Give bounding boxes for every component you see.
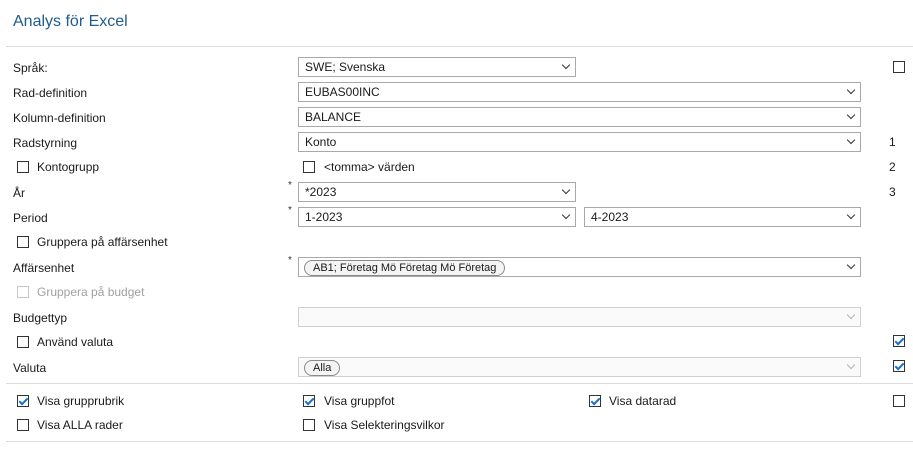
chevron-down-icon bbox=[848, 89, 854, 95]
visa-selekteringsvilkor-label: Visa Selekteringsvilkor bbox=[324, 418, 445, 432]
visa-datarad-checkbox[interactable] bbox=[589, 395, 601, 407]
chevron-down-icon bbox=[848, 314, 854, 320]
sprak-right-checkbox[interactable] bbox=[893, 61, 905, 73]
sprak-value: SWE; Svenska bbox=[305, 60, 386, 74]
budgettyp-label: Budgettyp bbox=[13, 311, 68, 325]
anvand-valuta-right-checkbox[interactable] bbox=[893, 335, 905, 347]
tomma-varden-label: <tomma> värden bbox=[324, 160, 415, 174]
period-to-value: 4-2023 bbox=[591, 210, 629, 224]
period-from-value: 1-2023 bbox=[305, 210, 343, 224]
radstyrning-value: Konto bbox=[305, 135, 337, 149]
page-title: Analys för Excel bbox=[13, 13, 128, 30]
period-to-select[interactable]: 4-2023 bbox=[584, 207, 861, 227]
valuta-select[interactable]: Alla bbox=[298, 357, 861, 377]
valuta-label: Valuta bbox=[13, 361, 47, 375]
kolumn-definition-value: BALANCE bbox=[305, 110, 362, 124]
ar-label: År bbox=[13, 186, 25, 200]
valuta-tag[interactable]: Alla bbox=[304, 360, 341, 376]
anvand-valuta-checkbox[interactable] bbox=[17, 336, 29, 348]
period-from-select[interactable]: 1-2023 bbox=[298, 207, 576, 227]
chevron-down-icon bbox=[848, 139, 854, 145]
anvand-valuta-label: Använd valuta bbox=[37, 335, 114, 349]
visa-alla-rader-checkbox[interactable] bbox=[17, 419, 29, 431]
ar-value: *2023 bbox=[305, 185, 337, 199]
kolumn-definition-select[interactable]: BALANCE bbox=[298, 107, 861, 127]
tomma-varden-index: 2 bbox=[889, 160, 896, 174]
valuta-right-checkbox[interactable] bbox=[893, 360, 905, 372]
visa-gruppfot-label: Visa gruppfot bbox=[324, 394, 395, 408]
radstyrning-index: 1 bbox=[889, 135, 896, 149]
required-marker: * bbox=[288, 180, 292, 191]
tomma-varden-checkbox[interactable] bbox=[303, 161, 315, 173]
divider bbox=[6, 46, 913, 47]
kontogrupp-checkbox[interactable] bbox=[17, 161, 29, 173]
rad-definition-value: EUBAS00INC bbox=[305, 85, 380, 99]
chevron-down-icon bbox=[563, 189, 569, 195]
required-marker: * bbox=[288, 205, 292, 216]
ar-index: 3 bbox=[889, 185, 896, 199]
chevron-down-icon bbox=[563, 64, 569, 70]
period-label: Period bbox=[13, 211, 48, 225]
radstyrning-label: Radstyrning bbox=[13, 136, 78, 150]
affarsenhet-select[interactable]: AB1; Företag Mö Företag Mö Företag bbox=[298, 257, 861, 277]
required-marker: * bbox=[288, 255, 292, 266]
chevron-down-icon bbox=[848, 264, 854, 270]
gruppera-budget-checkbox[interactable] bbox=[17, 286, 29, 298]
kontogrupp-label: Kontogrupp bbox=[37, 160, 100, 174]
display-right-checkbox[interactable] bbox=[893, 395, 905, 407]
rad-definition-select[interactable]: EUBAS00INC bbox=[298, 82, 861, 102]
divider bbox=[6, 383, 913, 384]
chevron-down-icon bbox=[848, 364, 854, 370]
kolumn-definition-label: Kolumn-definition bbox=[13, 111, 106, 125]
budgettyp-select[interactable] bbox=[298, 307, 861, 327]
chevron-down-icon bbox=[848, 214, 854, 220]
affarsenhet-label: Affärsenhet bbox=[13, 261, 75, 275]
divider bbox=[6, 441, 913, 442]
rad-definition-label: Rad-definition bbox=[13, 86, 88, 100]
chevron-down-icon bbox=[848, 114, 854, 120]
chevron-down-icon bbox=[563, 214, 569, 220]
visa-gruppfot-checkbox[interactable] bbox=[303, 395, 315, 407]
radstyrning-select[interactable]: Konto bbox=[298, 132, 861, 152]
visa-selekteringsvilkor-checkbox[interactable] bbox=[303, 419, 315, 431]
gruppera-budget-label: Gruppera på budget bbox=[37, 285, 145, 299]
gruppera-affarsenhet-label: Gruppera på affärsenhet bbox=[37, 235, 168, 249]
ar-select[interactable]: *2023 bbox=[298, 182, 576, 202]
visa-alla-rader-label: Visa ALLA rader bbox=[37, 418, 123, 432]
visa-grupprubrik-checkbox[interactable] bbox=[17, 395, 29, 407]
sprak-select[interactable]: SWE; Svenska bbox=[298, 57, 576, 77]
gruppera-affarsenhet-checkbox[interactable] bbox=[17, 236, 29, 248]
visa-datarad-label: Visa datarad bbox=[609, 394, 677, 408]
sprak-label: Språk: bbox=[13, 61, 48, 75]
visa-grupprubrik-label: Visa grupprubrik bbox=[37, 394, 125, 408]
affarsenhet-tag[interactable]: AB1; Företag Mö Företag Mö Företag bbox=[304, 260, 506, 276]
